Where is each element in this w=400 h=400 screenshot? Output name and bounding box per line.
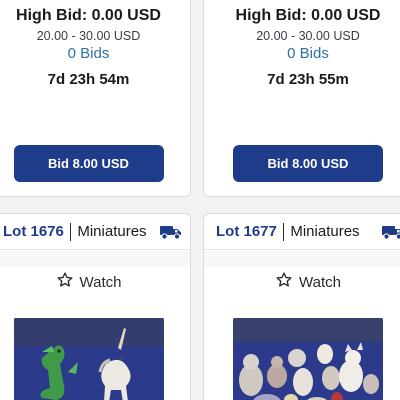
lot-header: Lot 1676 Miniatures <box>0 214 190 250</box>
truck-icon <box>382 224 400 240</box>
header-separator-band <box>204 251 400 267</box>
watch-label: Watch <box>79 273 122 291</box>
lot-category: Miniatures <box>290 223 360 240</box>
estimate-range: 20.00 - 30.00 USD <box>36 29 141 43</box>
star-outline-icon <box>275 271 293 293</box>
lot-category: Miniatures <box>77 223 147 240</box>
header-separator-band <box>0 251 190 267</box>
lot-header: Lot 1677 Miniatures <box>204 214 400 250</box>
truck-icon <box>160 224 182 240</box>
watch-button[interactable]: Watch <box>0 271 190 293</box>
estimate-range: 20.00 - 30.00 USD <box>256 29 360 43</box>
watch-button[interactable]: Watch <box>204 271 400 293</box>
header-divider <box>69 222 72 241</box>
high-bid-text: High Bid: 0.00 USD <box>235 7 381 24</box>
time-remaining: 7d 23h 55m <box>267 71 349 88</box>
auction-listing-grid: High Bid: 0.00 USD 20.00 - 30.00 USD 0 B… <box>0 0 400 400</box>
lot-photo[interactable] <box>13 318 164 400</box>
lot-number-link[interactable]: Lot 1676 <box>3 223 64 240</box>
lot-card-bid-panel: High Bid: 0.00 USD 20.00 - 30.00 USD 0 B… <box>203 0 400 197</box>
bids-count-link[interactable]: 0 Bids <box>204 45 400 62</box>
bid-button[interactable]: Bid 8.00 USD <box>233 145 383 182</box>
high-bid-text: High Bid: 0.00 USD <box>16 7 161 24</box>
header-divider <box>282 222 285 241</box>
lot-card: Lot 1676 Miniatures Watch <box>0 213 191 400</box>
watch-label: Watch <box>299 273 341 291</box>
lot-photo[interactable] <box>233 318 383 400</box>
star-outline-icon <box>56 271 74 293</box>
lot-number-link[interactable]: Lot 1677 <box>216 223 277 240</box>
lot-card: Lot 1677 Miniatures Watch <box>203 213 400 400</box>
bid-button[interactable]: Bid 8.00 USD <box>13 145 164 182</box>
bids-count-link[interactable]: 0 Bids <box>0 45 190 62</box>
lot-card-bid-panel: High Bid: 0.00 USD 20.00 - 30.00 USD 0 B… <box>0 0 191 197</box>
time-remaining: 7d 23h 54m <box>47 71 130 88</box>
